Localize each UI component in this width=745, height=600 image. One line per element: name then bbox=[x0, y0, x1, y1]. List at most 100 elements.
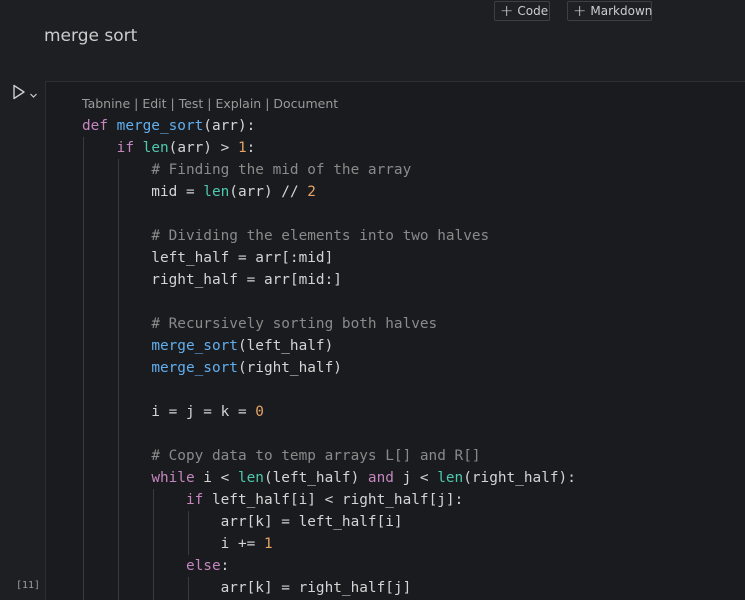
chevron-down-icon[interactable] bbox=[29, 85, 38, 104]
code-line: mid = len(arr) // 2 bbox=[82, 181, 576, 203]
code-token: 1 bbox=[263, 536, 273, 552]
code-line: i = j = k = 0 bbox=[82, 401, 576, 423]
code-token: while bbox=[151, 470, 204, 486]
code-token: if bbox=[185, 492, 212, 508]
code-line: else: bbox=[82, 555, 576, 577]
code-token: # Dividing the elements into two halves bbox=[151, 228, 490, 244]
code-line: merge_sort(left_half) bbox=[82, 335, 576, 357]
code-token: merge_sort bbox=[116, 118, 204, 134]
code-token: arr[mid:] bbox=[263, 272, 342, 288]
code-line: def merge_sort(arr): bbox=[82, 115, 576, 137]
code-line: while i < len(left_half) and j < len(rig… bbox=[82, 467, 576, 489]
code-token: and bbox=[367, 470, 403, 486]
tabnine-codelens[interactable]: Tabnine | Edit | Test | Explain | Docume… bbox=[82, 96, 338, 111]
code-token: left_half bbox=[82, 250, 238, 266]
code-token: < bbox=[220, 470, 238, 486]
code-line: if len(arr) > 1: bbox=[82, 137, 576, 159]
code-token: # Copy data to temp arrays L[] and R[] bbox=[151, 448, 481, 464]
markdown-cell-text[interactable]: merge sort bbox=[44, 26, 137, 46]
code-token: k bbox=[220, 404, 238, 420]
code-token: < bbox=[324, 492, 342, 508]
code-token: len bbox=[142, 140, 169, 156]
code-token: if bbox=[116, 140, 143, 156]
play-icon[interactable] bbox=[12, 84, 26, 104]
code-token: merge_sort bbox=[151, 338, 238, 354]
code-token: left_half[i] bbox=[298, 514, 403, 530]
code-token: // bbox=[281, 184, 308, 200]
code-token: j bbox=[402, 470, 420, 486]
add-markdown-cell-label: Markdown bbox=[590, 4, 653, 18]
code-token: = bbox=[168, 404, 186, 420]
code-line: if left_half[i] < right_half[j]: bbox=[82, 489, 576, 511]
code-lines: def merge_sort(arr): if len(arr) > 1: # … bbox=[82, 115, 576, 599]
code-token: (arr): bbox=[203, 118, 256, 134]
code-token: len bbox=[203, 184, 230, 200]
code-token: < bbox=[419, 470, 438, 486]
add-code-cell-label: Code bbox=[517, 4, 549, 18]
code-token: (right_half): bbox=[463, 470, 576, 486]
plus-icon: + bbox=[500, 1, 514, 20]
code-token: left_half[i] bbox=[211, 492, 325, 508]
code-token: merge_sort bbox=[151, 360, 238, 376]
code-line: # Finding the mid of the array bbox=[82, 159, 576, 181]
code-token: = bbox=[281, 514, 299, 530]
code-token: (left_half) bbox=[237, 338, 334, 354]
code-line: # Recursively sorting both halves bbox=[82, 313, 576, 335]
code-token: i bbox=[82, 404, 169, 420]
code-token: len bbox=[437, 470, 464, 486]
code-token: = bbox=[281, 580, 299, 596]
code-line: arr[k] = left_half[i] bbox=[82, 511, 576, 533]
code-token: : bbox=[220, 558, 230, 574]
code-token: = bbox=[237, 404, 256, 420]
code-line: # Dividing the elements into two halves bbox=[82, 225, 576, 247]
code-line: left_half = arr[:mid] bbox=[82, 247, 576, 269]
code-token: (right_half) bbox=[237, 360, 342, 376]
code-token: arr[k] bbox=[82, 514, 282, 530]
code-line: merge_sort(right_half) bbox=[82, 357, 576, 379]
code-token: len bbox=[237, 470, 264, 486]
code-token: : bbox=[246, 140, 256, 156]
code-token: 2 bbox=[307, 184, 316, 200]
code-token: # Recursively sorting both halves bbox=[151, 316, 438, 332]
code-line: arr[k] = right_half[j] bbox=[82, 577, 576, 599]
code-token: = bbox=[237, 250, 256, 266]
code-token: = bbox=[203, 404, 221, 420]
code-token: j bbox=[185, 404, 204, 420]
plus-icon: + bbox=[573, 1, 587, 20]
code-token: i bbox=[203, 470, 221, 486]
code-line: # Copy data to temp arrays L[] and R[] bbox=[82, 445, 576, 467]
code-cell-editor[interactable]: Tabnine | Edit | Test | Explain | Docume… bbox=[45, 81, 745, 600]
code-token: right_half bbox=[82, 272, 247, 288]
cell-run-controls bbox=[12, 84, 38, 104]
code-line: right_half = arr[mid:] bbox=[82, 269, 576, 291]
code-token: = bbox=[246, 272, 264, 288]
code-token: else bbox=[185, 558, 221, 574]
code-token: > bbox=[220, 140, 238, 156]
code-line: i += 1 bbox=[82, 533, 576, 555]
code-token: (arr) bbox=[229, 184, 282, 200]
code-token: 0 bbox=[255, 404, 264, 420]
add-markdown-cell-button[interactable]: + Markdown bbox=[567, 1, 652, 21]
code-token: = bbox=[185, 184, 204, 200]
code-token: += bbox=[237, 536, 264, 552]
code-token: (left_half) bbox=[263, 470, 368, 486]
code-token: mid bbox=[82, 184, 186, 200]
code-token: def bbox=[82, 118, 117, 134]
add-code-cell-button[interactable]: + Code bbox=[494, 1, 550, 21]
code-token: right_half[j] bbox=[298, 580, 412, 596]
code-token: 1 bbox=[237, 140, 247, 156]
